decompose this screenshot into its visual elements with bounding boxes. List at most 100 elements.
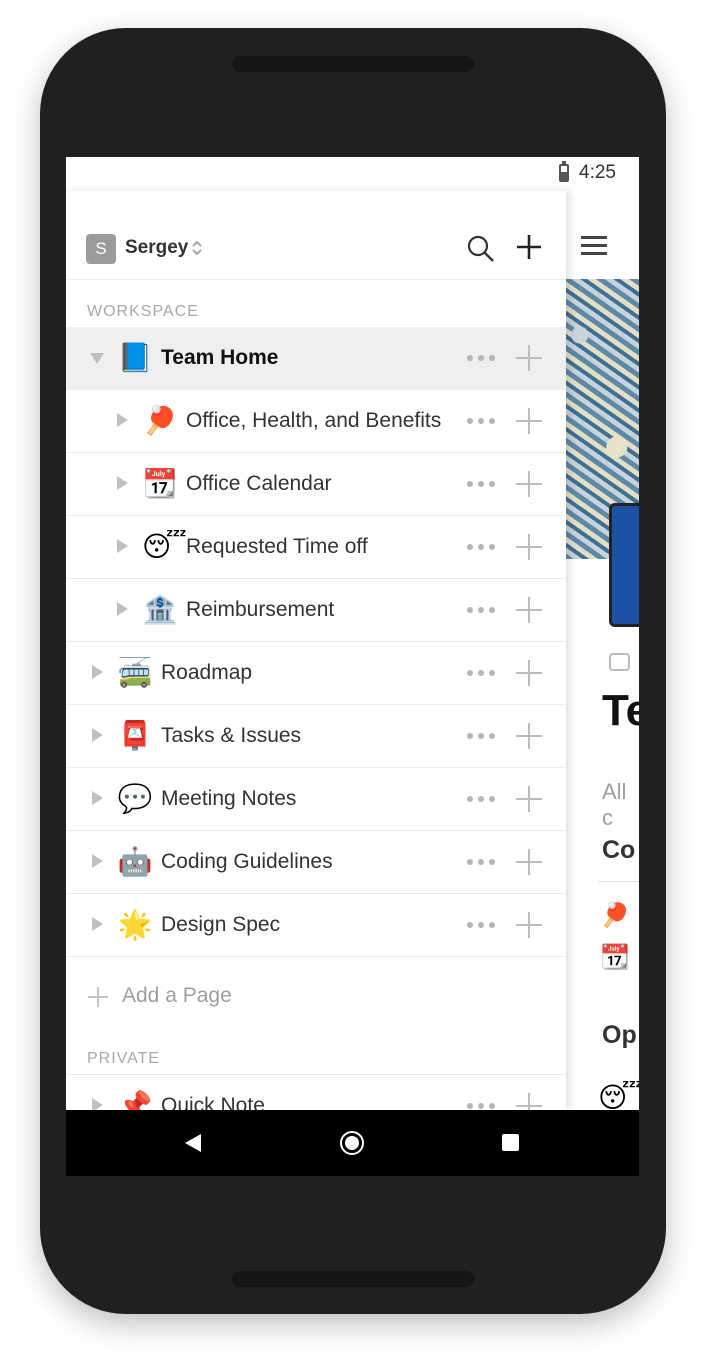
toggle-closed-icon[interactable] xyxy=(92,1098,103,1110)
sidebar-item-office-calendar[interactable]: 📆 Office Calendar xyxy=(66,453,566,516)
sidebar-item-label: Roadmap xyxy=(161,661,253,684)
more-dots-icon[interactable] xyxy=(467,1103,497,1110)
sidebar-item-meeting-notes[interactable]: 💬 Meeting Notes xyxy=(66,768,566,831)
add-subpage-plus-icon[interactable] xyxy=(516,786,542,812)
section-heading: Op xyxy=(602,1021,637,1049)
sidebar-item-label: Requested Time off xyxy=(186,535,368,558)
sidebar-item-tasks-issues[interactable]: 📮 Tasks & Issues xyxy=(66,705,566,768)
phone-frame: 4:25 S Sergey WORKSPACE 📘 Team Home 🏓 Of… xyxy=(40,28,666,1314)
sidebar-item-label: Coding Guidelines xyxy=(161,850,333,873)
comment-icon[interactable] xyxy=(609,653,630,671)
section-heading: Co xyxy=(602,836,636,864)
add-page-label: Add a Page xyxy=(122,984,232,1007)
sidebar-item-reimbursement[interactable]: 🏦 Reimbursement xyxy=(66,579,566,642)
add-subpage-plus-icon[interactable] xyxy=(516,471,542,497)
more-dots-icon[interactable] xyxy=(467,859,497,867)
page-title: Te xyxy=(602,686,639,735)
ping-pong-icon: 🏓 xyxy=(142,405,178,436)
calendar-icon: 📆 xyxy=(142,468,178,499)
add-subpage-plus-icon[interactable] xyxy=(516,660,542,686)
sidebar-header: S Sergey xyxy=(66,191,566,280)
sidebar-item-label: Office Calendar xyxy=(186,472,332,495)
add-subpage-plus-icon[interactable] xyxy=(516,723,542,749)
sidebar: S Sergey WORKSPACE 📘 Team Home 🏓 Office,… xyxy=(66,191,566,1110)
back-icon[interactable] xyxy=(185,1134,201,1152)
hamburger-menu-icon[interactable] xyxy=(581,236,607,256)
sidebar-item-label: Quick Note xyxy=(161,1094,265,1110)
more-dots-icon[interactable] xyxy=(467,544,497,552)
sidebar-item-design-spec[interactable]: 🌟 Design Spec xyxy=(66,894,566,957)
toggle-closed-icon[interactable] xyxy=(92,665,103,679)
plus-icon xyxy=(88,987,108,1007)
add-subpage-plus-icon[interactable] xyxy=(516,345,542,371)
add-subpage-plus-icon[interactable] xyxy=(516,1093,542,1110)
recents-icon[interactable] xyxy=(502,1134,519,1151)
add-subpage-plus-icon[interactable] xyxy=(516,849,542,875)
toggle-closed-icon[interactable] xyxy=(117,413,128,427)
status-time: 4:25 xyxy=(579,162,616,183)
sidebar-item-coding-guidelines[interactable]: 🤖 Coding Guidelines xyxy=(66,831,566,894)
more-dots-icon[interactable] xyxy=(467,733,497,741)
more-dots-icon[interactable] xyxy=(467,481,497,489)
chevron-updown-icon[interactable] xyxy=(191,238,203,258)
page-content-peek[interactable]: Te All c Co 🏓 📆 Op 😴 xyxy=(565,191,639,1110)
status-bar: 4:25 xyxy=(66,157,639,191)
pushpin-icon: 📌 xyxy=(117,1090,153,1110)
android-nav-bar xyxy=(66,1110,639,1176)
robot-icon: 🤖 xyxy=(117,846,153,877)
more-dots-icon[interactable] xyxy=(467,355,497,363)
book-icon xyxy=(609,503,639,627)
add-page-button[interactable]: Add a Page xyxy=(66,968,566,1024)
toggle-closed-icon[interactable] xyxy=(117,539,128,553)
avatar[interactable]: S xyxy=(86,234,116,264)
book-icon: 📘 xyxy=(117,342,153,373)
toggle-closed-icon[interactable] xyxy=(92,791,103,805)
toggle-closed-icon[interactable] xyxy=(117,602,128,616)
toggle-closed-icon[interactable] xyxy=(92,728,103,742)
sidebar-item-label: Tasks & Issues xyxy=(161,724,302,747)
add-subpage-plus-icon[interactable] xyxy=(516,912,542,938)
sleeping-face-icon: 😴 xyxy=(142,531,187,562)
more-dots-icon[interactable] xyxy=(467,922,497,930)
bottom-speaker xyxy=(232,1271,474,1287)
bank-icon: 🏦 xyxy=(142,594,178,625)
divider xyxy=(598,881,639,882)
sleeping-face-icon[interactable]: 😴 xyxy=(598,1081,639,1110)
add-subpage-plus-icon[interactable] xyxy=(516,408,542,434)
new-page-plus-icon[interactable] xyxy=(514,232,544,262)
section-label-workspace: WORKSPACE xyxy=(87,303,199,320)
toggle-closed-icon[interactable] xyxy=(92,854,103,868)
home-icon[interactable] xyxy=(340,1131,364,1155)
page-description: All c xyxy=(602,779,627,830)
speech-bubble-icon: 💬 xyxy=(117,783,153,814)
sidebar-item-roadmap[interactable]: 🚎 Roadmap xyxy=(66,642,566,705)
calendar-icon[interactable]: 📆 xyxy=(600,943,630,972)
battery-icon xyxy=(559,161,569,182)
toggle-closed-icon[interactable] xyxy=(117,476,128,490)
toggle-open-icon[interactable] xyxy=(90,353,104,364)
ping-pong-icon[interactable]: 🏓 xyxy=(600,901,630,930)
sidebar-item-label: Design Spec xyxy=(161,913,281,936)
section-label-private: PRIVATE xyxy=(87,1050,161,1067)
add-subpage-plus-icon[interactable] xyxy=(516,534,542,560)
trolleybus-icon: 🚎 xyxy=(117,657,153,688)
add-subpage-plus-icon[interactable] xyxy=(516,597,542,623)
more-dots-icon[interactable] xyxy=(467,670,497,678)
star-icon: 🌟 xyxy=(117,909,153,940)
sidebar-item-quick-note[interactable]: 📌 Quick Note xyxy=(66,1074,566,1110)
toggle-closed-icon[interactable] xyxy=(92,917,103,931)
postbox-icon: 📮 xyxy=(117,720,153,751)
sidebar-item-requested-time-off[interactable]: 😴 Requested Time off xyxy=(66,516,566,579)
screen: 4:25 S Sergey WORKSPACE 📘 Team Home 🏓 Of… xyxy=(66,157,639,1176)
search-icon[interactable] xyxy=(466,234,496,264)
sidebar-item-label: Reimbursement xyxy=(186,598,335,621)
workspace-switcher[interactable]: Sergey xyxy=(125,237,188,259)
more-dots-icon[interactable] xyxy=(467,796,497,804)
sidebar-item-label: Office, Health, and Benefits xyxy=(186,409,442,432)
sidebar-item-office-health-benefits[interactable]: 🏓 Office, Health, and Benefits xyxy=(66,390,566,453)
sidebar-item-team-home[interactable]: 📘 Team Home xyxy=(66,327,566,390)
top-speaker xyxy=(232,56,474,72)
sidebar-item-label: Team Home xyxy=(161,346,279,369)
more-dots-icon[interactable] xyxy=(467,418,497,426)
more-dots-icon[interactable] xyxy=(467,607,497,615)
